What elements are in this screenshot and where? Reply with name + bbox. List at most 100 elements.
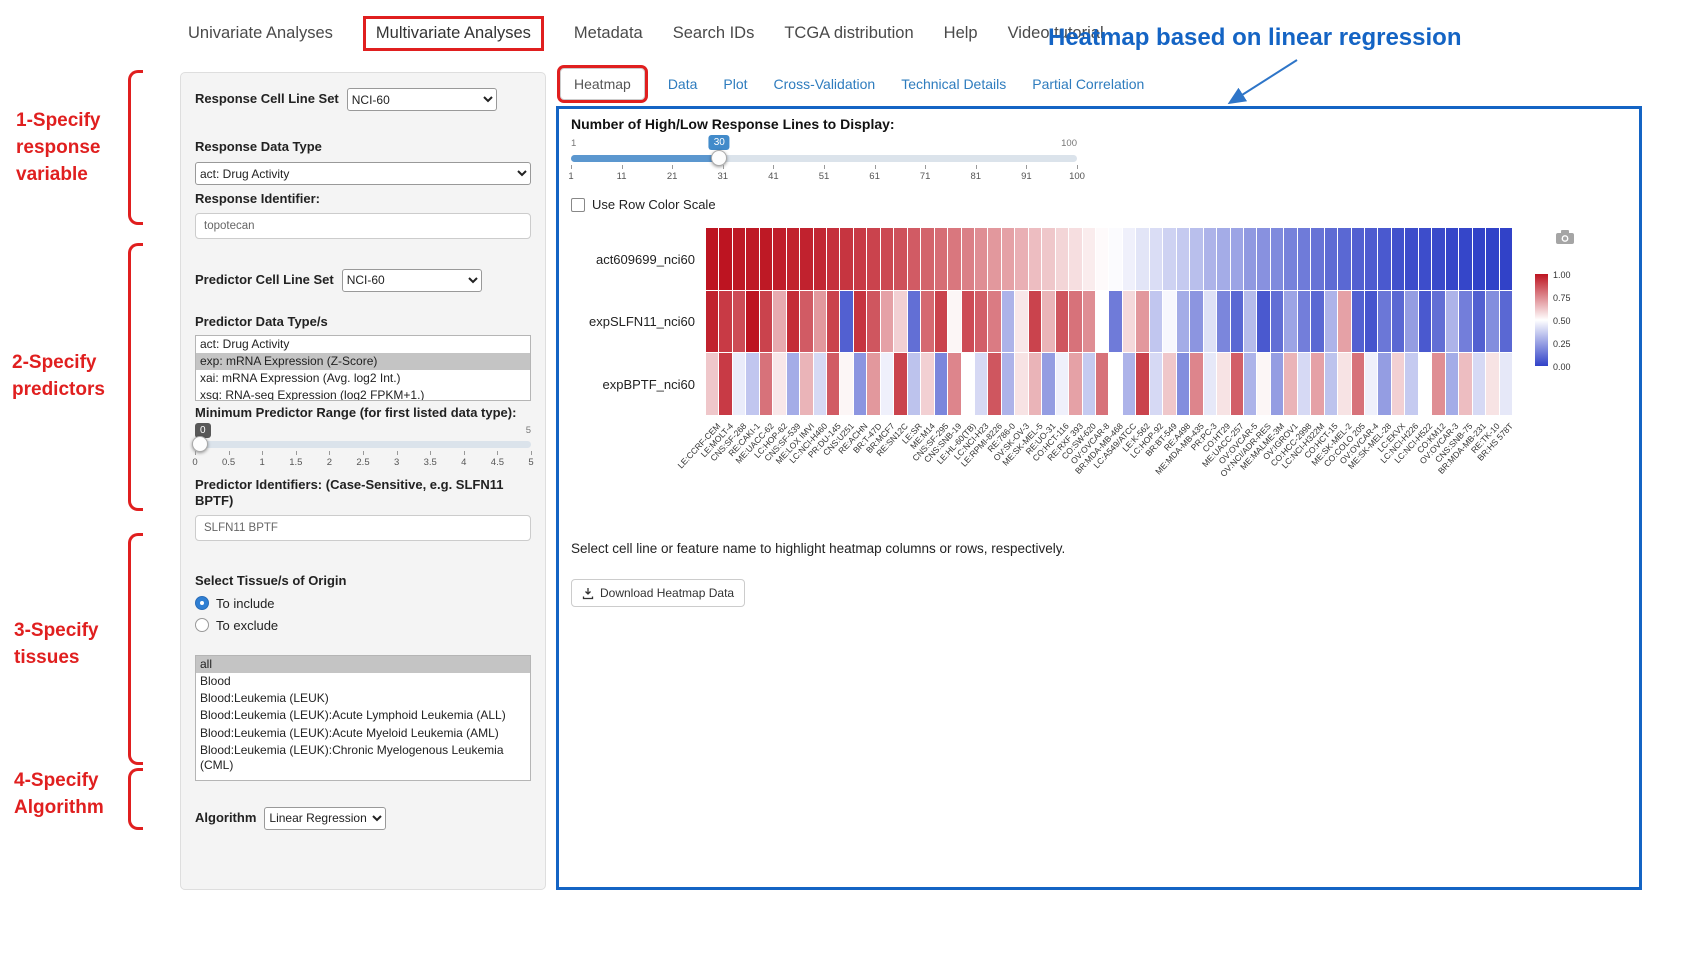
heatmap-cell[interactable] (719, 291, 731, 353)
heatmap-cell[interactable] (1231, 291, 1243, 353)
heatmap-cell[interactable] (1446, 228, 1458, 290)
tissue-option[interactable]: Blood:Leukemia (LEUK):Chronic Myelogenou… (196, 742, 530, 774)
heatmap-cell[interactable] (1231, 228, 1243, 290)
nav-item-tcga-distribution[interactable]: TCGA distribution (784, 24, 913, 43)
heatmap-cell[interactable] (1204, 228, 1216, 290)
heatmap-cell[interactable] (706, 291, 718, 353)
heatmap-cell[interactable] (1136, 228, 1148, 290)
heatmap-cell[interactable] (1002, 291, 1014, 353)
heatmap-cell[interactable] (1325, 228, 1337, 290)
predictor-identifiers-input[interactable] (195, 515, 531, 541)
tissue-list[interactable]: allBloodBlood:Leukemia (LEUK)Blood:Leuke… (195, 655, 531, 781)
heatmap-cell[interactable] (1473, 228, 1485, 290)
heatmap-cell[interactable] (1338, 291, 1350, 353)
heatmap-cell[interactable] (1432, 353, 1444, 415)
heatmap-cell[interactable] (1177, 291, 1189, 353)
heatmap-cell[interactable] (975, 353, 987, 415)
tissue-exclude-radio-row[interactable]: To exclude (195, 618, 531, 633)
heatmap-cell[interactable] (1150, 353, 1162, 415)
heatmap-cell[interactable] (867, 291, 879, 353)
heatmap-cell[interactable] (1500, 291, 1512, 353)
heatmap-cell[interactable] (1190, 291, 1202, 353)
heatmap-cell[interactable] (1325, 291, 1337, 353)
row-color-scale-row[interactable]: Use Row Color Scale (571, 197, 716, 212)
heatmap-cell[interactable] (1352, 353, 1364, 415)
heatmap-cell[interactable] (760, 353, 772, 415)
heatmap-cell[interactable] (1257, 353, 1269, 415)
response-lines-slider[interactable]: 1 100 30 1112131415161718191100 (571, 137, 1077, 193)
heatmap-cell[interactable] (1217, 228, 1229, 290)
tissue-option[interactable]: all (196, 656, 530, 673)
heatmap-cell[interactable] (1042, 291, 1054, 353)
heatmap-cell[interactable] (894, 353, 906, 415)
heatmap-cell[interactable] (988, 228, 1000, 290)
heatmap-cell[interactable] (1298, 228, 1310, 290)
heatmap-cell[interactable] (1500, 228, 1512, 290)
heatmap-cell[interactable] (1163, 228, 1175, 290)
heatmap-cell[interactable] (1257, 228, 1269, 290)
heatmap-cell[interactable] (1486, 291, 1498, 353)
heatmap-cell[interactable] (948, 228, 960, 290)
heatmap-cell[interactable] (1136, 353, 1148, 415)
slider-handle[interactable] (192, 436, 208, 452)
heatmap-cell[interactable] (881, 228, 893, 290)
heatmap-cell[interactable] (1392, 353, 1404, 415)
heatmap-cell[interactable] (1419, 228, 1431, 290)
heatmap-cell[interactable] (962, 353, 974, 415)
heatmap-cell[interactable] (1123, 228, 1135, 290)
tab-plot[interactable]: Plot (710, 69, 760, 99)
heatmap-ylabel[interactable]: expBPTF_nci60 (603, 377, 696, 392)
heatmap-ylabel[interactable]: act609699_nci60 (596, 252, 695, 267)
heatmap-cell[interactable] (894, 228, 906, 290)
tab-technical-details[interactable]: Technical Details (888, 69, 1019, 99)
heatmap-cell[interactable] (787, 291, 799, 353)
heatmap-cell[interactable] (935, 291, 947, 353)
heatmap-cell[interactable] (760, 291, 772, 353)
heatmap-cell[interactable] (827, 228, 839, 290)
tissue-include-radio-row[interactable]: To include (195, 596, 531, 611)
nav-item-search-ids[interactable]: Search IDs (673, 24, 755, 43)
predictor-data-type-option[interactable]: xsq: RNA-seq Expression (log2 FPKM+1.) (196, 387, 530, 400)
heatmap-cell[interactable] (1311, 228, 1323, 290)
heatmap-cell[interactable] (1392, 228, 1404, 290)
heatmap-cell[interactable] (1378, 353, 1390, 415)
download-heatmap-button[interactable]: Download Heatmap Data (571, 579, 745, 607)
heatmap-cell[interactable] (1378, 291, 1390, 353)
heatmap-cell[interactable] (1271, 353, 1283, 415)
heatmap-cell[interactable] (1109, 291, 1121, 353)
heatmap-cell[interactable] (1083, 228, 1095, 290)
heatmap-cell[interactable] (1271, 228, 1283, 290)
heatmap-cell[interactable] (1083, 291, 1095, 353)
tab-partial-correlation[interactable]: Partial Correlation (1019, 69, 1157, 99)
heatmap-cell[interactable] (1432, 291, 1444, 353)
heatmap-cell[interactable] (935, 353, 947, 415)
heatmap-cell[interactable] (1056, 228, 1068, 290)
heatmap-cell[interactable] (706, 228, 718, 290)
heatmap-cell[interactable] (1015, 291, 1027, 353)
heatmap-cell[interactable] (948, 291, 960, 353)
heatmap-cell[interactable] (1405, 353, 1417, 415)
heatmap-cell[interactable] (854, 353, 866, 415)
heatmap-cell[interactable] (881, 353, 893, 415)
tab-data[interactable]: Data (655, 69, 711, 99)
heatmap-cell[interactable] (1405, 228, 1417, 290)
heatmap-cell[interactable] (921, 228, 933, 290)
heatmap-cell[interactable] (1177, 228, 1189, 290)
heatmap-cell[interactable] (1419, 291, 1431, 353)
heatmap-cell[interactable] (1459, 291, 1471, 353)
row-color-scale-checkbox[interactable] (571, 198, 585, 212)
heatmap-cell[interactable] (1163, 291, 1175, 353)
heatmap-cell[interactable] (1284, 353, 1296, 415)
heatmap-cell[interactable] (1042, 228, 1054, 290)
heatmap-cell[interactable] (1284, 228, 1296, 290)
heatmap-cell[interactable] (1002, 353, 1014, 415)
heatmap-cell[interactable] (975, 291, 987, 353)
heatmap-cell[interactable] (1069, 228, 1081, 290)
heatmap-cell[interactable] (1419, 353, 1431, 415)
heatmap-cell[interactable] (800, 291, 812, 353)
heatmap-cell[interactable] (1109, 228, 1121, 290)
heatmap-cell[interactable] (1500, 353, 1512, 415)
heatmap-cell[interactable] (787, 353, 799, 415)
heatmap-cell[interactable] (814, 291, 826, 353)
heatmap-cell[interactable] (840, 353, 852, 415)
